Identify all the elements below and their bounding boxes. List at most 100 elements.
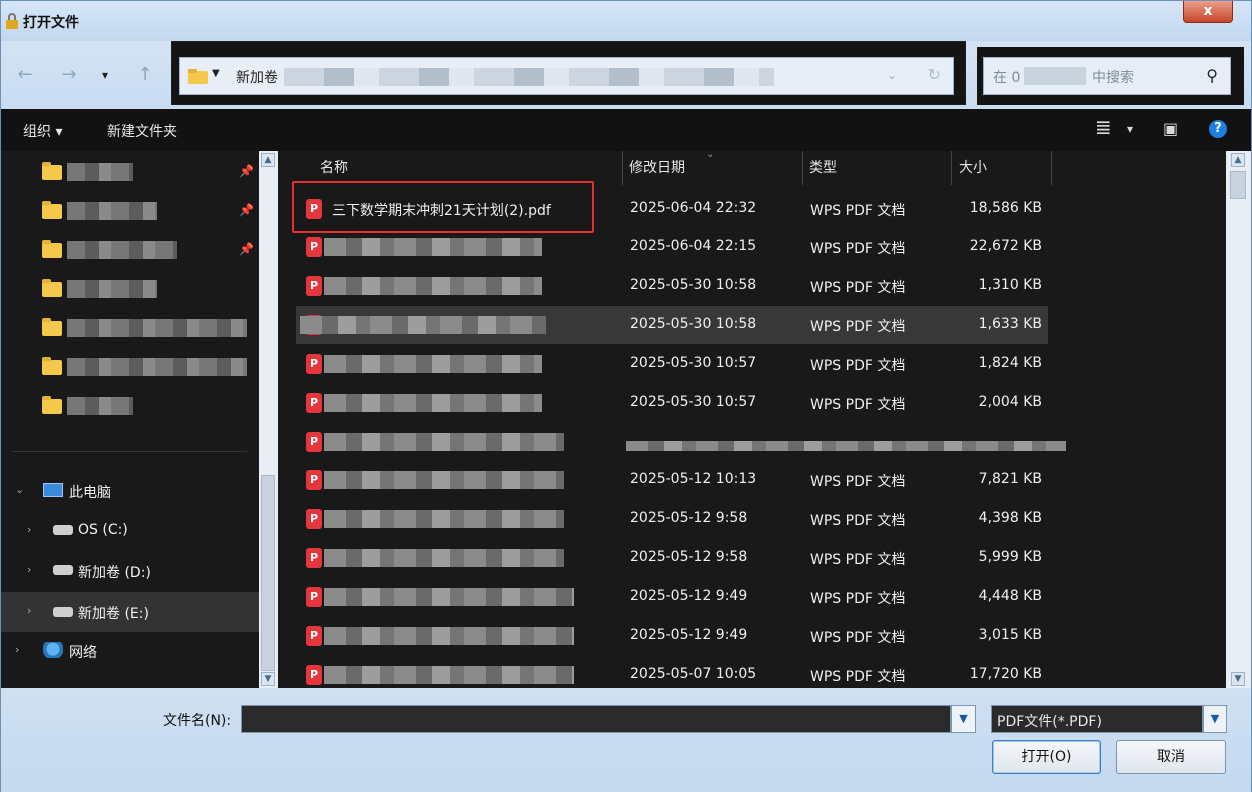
- help-icon[interactable]: ?: [1209, 120, 1227, 138]
- file-type-dropdown-icon[interactable]: ▼: [1203, 705, 1227, 733]
- tree-label: 此电脑: [69, 485, 111, 501]
- pin-icon[interactable]: 📌: [239, 164, 254, 178]
- chevron-down-icon[interactable]: ▼: [212, 68, 220, 79]
- column-separator[interactable]: [802, 151, 803, 185]
- column-separator[interactable]: [1051, 151, 1052, 185]
- file-size: 1,633 KB: [978, 316, 1042, 332]
- tree-item-drive-d[interactable]: › 新加卷 (D:): [1, 553, 259, 587]
- scroll-up-icon[interactable]: ▲: [261, 153, 275, 167]
- filename-label: 文件名(N):: [163, 713, 232, 729]
- title-bar: 打开文件 x: [1, 1, 1251, 41]
- file-row[interactable]: P 2025-05-12 9:58 WPS PDF 文档 4,398 KB: [296, 500, 1048, 538]
- scroll-up-icon[interactable]: ▲: [1231, 153, 1245, 167]
- filename-input[interactable]: [241, 705, 951, 733]
- redacted-row-details: [626, 441, 1066, 451]
- quick-access-item[interactable]: 📌: [1, 194, 259, 228]
- close-button[interactable]: x: [1183, 1, 1233, 23]
- column-header-date[interactable]: 修改日期: [629, 151, 685, 185]
- pin-icon[interactable]: 📌: [239, 203, 254, 217]
- search-input[interactable]: 在 0 中搜索 ⚲: [983, 57, 1231, 95]
- navigation-scrollbar[interactable]: ▲ ▼: [259, 151, 278, 688]
- open-button[interactable]: 打开(O): [992, 740, 1101, 774]
- column-header-type[interactable]: 类型: [809, 151, 837, 185]
- column-header-size[interactable]: 大小: [959, 151, 987, 185]
- tree-item-drive-e[interactable]: › 新加卷 (E:): [1, 592, 259, 632]
- tree-item-this-pc[interactable]: ⌄ 此电脑: [1, 473, 259, 507]
- column-separator[interactable]: [622, 151, 623, 185]
- scroll-down-icon[interactable]: ▼: [261, 672, 275, 686]
- file-size: 3,015 KB: [978, 627, 1042, 643]
- computer-icon: [43, 483, 63, 497]
- address-dropdown-icon[interactable]: ⌄: [887, 68, 897, 82]
- pin-icon[interactable]: 📌: [239, 242, 254, 256]
- history-dropdown-icon[interactable]: ▾: [93, 63, 117, 87]
- scroll-thumb[interactable]: [1230, 171, 1246, 199]
- quick-access-item[interactable]: 📌: [1, 155, 259, 189]
- file-row[interactable]: P 2025-05-07 10:05 WPS PDF 文档 17,720 KB: [296, 656, 1048, 688]
- filename-dropdown-icon[interactable]: ▼: [951, 705, 976, 733]
- quick-access-item[interactable]: [1, 350, 259, 384]
- file-date: 2025-05-30 10:57: [630, 394, 757, 410]
- file-row[interactable]: P 2025-05-12 9:49 WPS PDF 文档 4,448 KB: [296, 578, 1048, 616]
- chevron-right-icon[interactable]: ›: [27, 563, 31, 576]
- scroll-down-icon[interactable]: ▼: [1231, 672, 1245, 686]
- pdf-file-icon: P: [306, 665, 322, 685]
- up-arrow-icon[interactable]: ↑: [133, 63, 157, 87]
- column-separator[interactable]: [951, 151, 952, 185]
- chevron-right-icon[interactable]: ›: [27, 604, 31, 617]
- forward-arrow-icon[interactable]: →: [57, 63, 81, 87]
- search-icon[interactable]: ⚲: [1206, 66, 1218, 85]
- sort-chevron-icon: ⌄: [706, 151, 715, 160]
- file-row[interactable]: P 2025-05-30 10:57 WPS PDF 文档 1,824 KB: [296, 345, 1048, 383]
- pdf-file-icon: P: [306, 548, 322, 568]
- navigation-pane: 📌 📌 📌 ⌄ 此电脑 › OS (C:) › 新加卷 (D:) › 新加卷 (…: [1, 151, 259, 688]
- folder-icon: [42, 240, 62, 258]
- file-row[interactable]: P 2025-05-12 9:49 WPS PDF 文档 3,015 KB: [296, 617, 1048, 655]
- tree-item-network[interactable]: › 网络: [1, 633, 259, 667]
- file-row[interactable]: P 2025-05-12 10:13 WPS PDF 文档 7,821 KB: [296, 461, 1048, 499]
- folder-icon: [188, 69, 208, 84]
- address-bar[interactable]: ▼ 新加卷 ⌄ ↻: [179, 57, 954, 95]
- column-header-name[interactable]: 名称: [320, 151, 348, 185]
- new-folder-button[interactable]: 新建文件夹: [107, 121, 177, 141]
- file-type-select[interactable]: PDF文件(*.PDF): [991, 705, 1203, 733]
- tree-label: OS (C:): [78, 522, 128, 538]
- organize-menu[interactable]: 组织 ▾: [23, 121, 62, 141]
- file-row[interactable]: P 2025-05-30 10:58 WPS PDF 文档 1,310 KB: [296, 267, 1048, 305]
- file-row[interactable]: P 2025-06-04 22:15 WPS PDF 文档 22,672 KB: [296, 228, 1048, 266]
- refresh-icon[interactable]: ↻: [928, 65, 941, 84]
- quick-access-item[interactable]: [1, 389, 259, 423]
- file-row[interactable]: P 2025-05-30 10:57 WPS PDF 文档 2,004 KB: [296, 384, 1048, 422]
- dialog-footer: 文件名(N): ▼ PDF文件(*.PDF) ▼ 打开(O) 取消: [1, 688, 1251, 792]
- back-arrow-icon[interactable]: ←: [13, 63, 37, 87]
- file-list-scrollbar[interactable]: ▲ ▼: [1226, 151, 1251, 688]
- file-row[interactable]: P 2025-05-12 9:58 WPS PDF 文档 5,999 KB: [296, 539, 1048, 577]
- pdf-file-icon: P: [306, 587, 322, 607]
- cancel-button[interactable]: 取消: [1116, 740, 1226, 774]
- view-options-icon[interactable]: ≣: [1095, 115, 1112, 139]
- chevron-right-icon[interactable]: ›: [27, 523, 31, 536]
- scroll-thumb[interactable]: [261, 475, 275, 671]
- tree-label: 新加卷 (E:): [78, 606, 149, 622]
- file-date: 2025-05-12 9:49: [630, 627, 748, 643]
- file-date: 2025-05-12 9:58: [630, 549, 748, 565]
- search-redacted: [1024, 67, 1086, 85]
- chevron-down-icon[interactable]: ⌄: [15, 483, 24, 496]
- quick-access-item[interactable]: [1, 311, 259, 345]
- chevron-right-icon[interactable]: ›: [15, 643, 19, 656]
- search-placeholder-prefix: 在 0: [993, 70, 1021, 86]
- quick-access-item[interactable]: 📌: [1, 233, 259, 267]
- view-options-chevron-icon[interactable]: ▾: [1127, 122, 1133, 136]
- file-row[interactable]: P 2025-05-30 10:58 WPS PDF 文档 1,633 KB: [296, 306, 1048, 344]
- tree-item-drive-c[interactable]: › OS (C:): [1, 513, 259, 547]
- folder-icon: [42, 318, 62, 336]
- window-title: 打开文件: [23, 15, 79, 31]
- drive-icon: [53, 525, 73, 535]
- file-size: 4,448 KB: [978, 588, 1042, 604]
- quick-access-item[interactable]: [1, 272, 259, 306]
- address-path[interactable]: 新加卷: [236, 67, 278, 87]
- preview-pane-icon[interactable]: ▣: [1163, 119, 1178, 138]
- redacted-file-name: [324, 510, 564, 528]
- file-row[interactable]: P: [296, 423, 1066, 461]
- redacted-file-name: [324, 549, 564, 567]
